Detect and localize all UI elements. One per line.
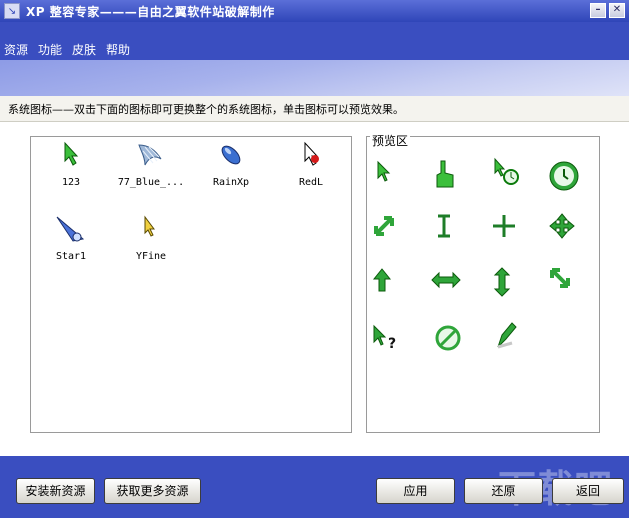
crosshair-cursor-icon — [486, 208, 522, 244]
install-resource-button[interactable]: 安装新资源 — [16, 478, 95, 504]
list-item[interactable]: RedL — [271, 139, 351, 188]
close-button[interactable]: ✕ — [609, 3, 625, 18]
window-title: XP 整容专家———自由之翼软件站破解制作 — [26, 4, 275, 19]
back-button[interactable]: 返回 — [552, 478, 624, 504]
menu-bar: 资源 功能 皮肤 帮助 — [0, 22, 629, 60]
yellow-arrow-cursor-icon — [144, 215, 155, 237]
hand-cursor-icon — [426, 156, 462, 192]
item-label: Star1 — [55, 251, 87, 262]
resize-diagonal-icon — [366, 208, 402, 244]
arrow-cursor-icon — [366, 154, 402, 190]
app-icon: ↘ — [4, 3, 20, 19]
apply-button[interactable]: 应用 — [376, 478, 455, 504]
item-label: 77_Blue_... — [117, 177, 185, 188]
unavailable-cursor-icon — [430, 320, 466, 356]
restore-button[interactable]: 还原 — [464, 478, 543, 504]
pen-cursor-icon — [488, 318, 524, 354]
menu-functions[interactable]: 功能 — [38, 41, 62, 60]
busy-arrow-cursor-icon — [488, 154, 524, 190]
help-cursor-icon: ? — [368, 320, 404, 356]
item-label: 123 — [61, 177, 81, 188]
svg-text:?: ? — [388, 336, 396, 352]
up-arrow-cursor-icon — [364, 262, 400, 298]
menu-resources[interactable]: 资源 — [4, 41, 28, 60]
preview-label: 预览区 — [370, 132, 411, 149]
resource-list[interactable]: 123 77_Blue_... RainXp RedL Star1 YFine — [30, 136, 352, 433]
description-text: 系统图标——双击下面的图标即可更换整个的系统图标，单击图标可以预览效果。 — [0, 96, 629, 122]
text-beam-cursor-icon — [426, 208, 462, 244]
list-item[interactable]: RainXp — [191, 139, 271, 188]
list-item[interactable]: Star1 — [31, 213, 111, 262]
red-dot-cursor-icon — [304, 141, 319, 166]
minimize-button[interactable]: – — [590, 3, 606, 18]
list-item[interactable]: 123 — [31, 139, 111, 188]
main-panel: 123 77_Blue_... RainXp RedL Star1 YFine … — [0, 122, 629, 456]
resize-vertical-icon — [484, 264, 520, 300]
resize-horizontal-icon — [428, 262, 464, 298]
item-label: YFine — [135, 251, 167, 262]
title-bar[interactable]: ↘ XP 整容专家———自由之翼软件站破解制作 – ✕ — [0, 0, 629, 22]
header-wave — [0, 60, 629, 96]
raindrop-icon — [221, 145, 241, 165]
item-label: RedL — [298, 177, 324, 188]
item-label: RainXp — [212, 177, 250, 188]
list-item[interactable]: YFine — [111, 213, 191, 262]
blue-comet-icon — [56, 216, 85, 242]
list-item[interactable]: 77_Blue_... — [111, 139, 191, 188]
get-more-resources-button[interactable]: 获取更多资源 — [104, 478, 201, 504]
blue-bird-icon — [138, 144, 162, 166]
resize-diagonal2-icon — [542, 260, 578, 296]
menu-skins[interactable]: 皮肤 — [72, 41, 96, 60]
green-arrow-cursor-icon — [64, 141, 79, 166]
move-cursor-icon — [544, 208, 580, 244]
clock-cursor-icon — [546, 158, 582, 194]
menu-help[interactable]: 帮助 — [106, 41, 130, 60]
